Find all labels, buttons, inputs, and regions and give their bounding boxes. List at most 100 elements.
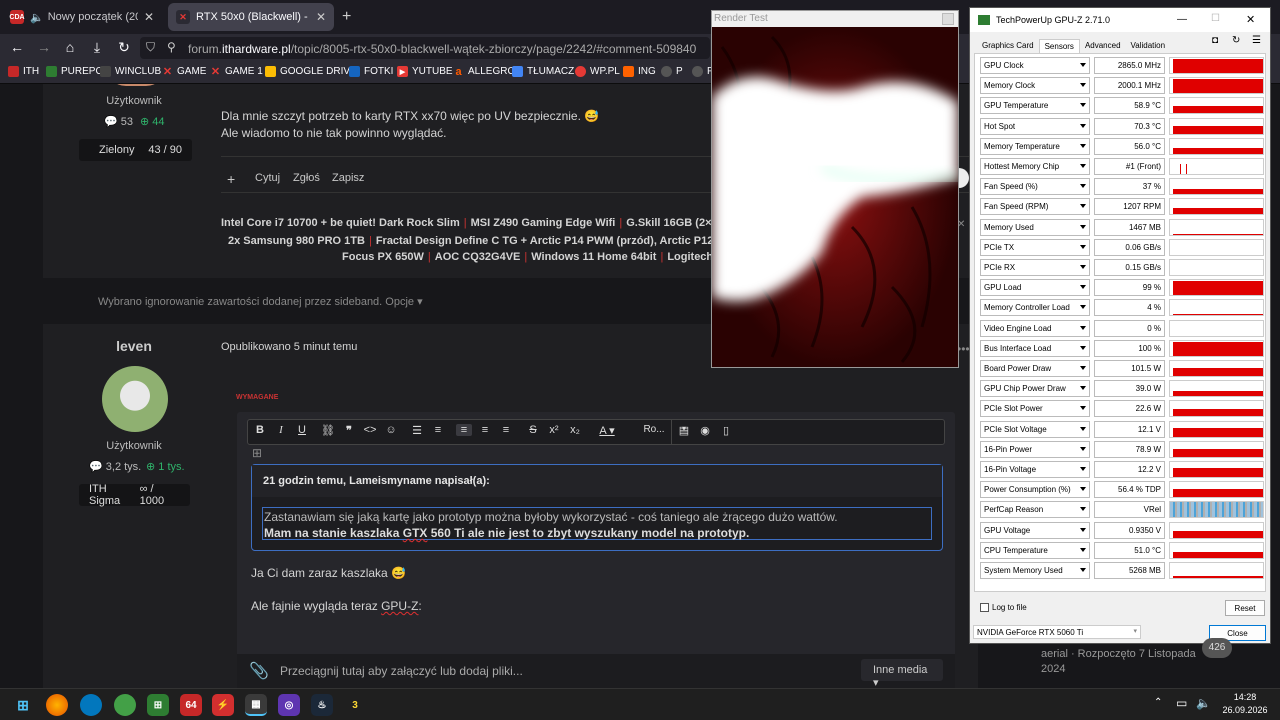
home-icon[interactable]: ⌂ xyxy=(61,39,79,55)
dropdown-arrow-icon[interactable] xyxy=(1080,325,1086,330)
dropdown-arrow-icon[interactable] xyxy=(1080,164,1086,168)
bookmark-wp[interactable]: WP.PL xyxy=(575,66,620,77)
sensor-label[interactable]: PCIe TX xyxy=(980,238,1090,256)
network-icon[interactable]: ▭ xyxy=(1176,696,1187,710)
dropdown-arrow-icon[interactable] xyxy=(1080,204,1086,209)
attachment-area[interactable]: 📎 Przeciągnij tutaj aby załączyć lub dod… xyxy=(237,654,955,688)
document-icon[interactable]: ▯ xyxy=(718,424,734,437)
dropdown-arrow-icon[interactable] xyxy=(1080,123,1086,128)
site-settings-icon[interactable]: ⚲ xyxy=(167,40,176,54)
gpu-z-taskbar-icon[interactable]: ▦ xyxy=(245,694,267,716)
quote-icon[interactable]: ❞ xyxy=(341,424,357,437)
code-icon[interactable]: <> xyxy=(362,424,378,436)
edge-icon[interactable] xyxy=(80,694,102,716)
sensor-label[interactable]: PCIe Slot Voltage xyxy=(980,420,1090,438)
dropdown-arrow-icon[interactable] xyxy=(1080,547,1086,552)
new-tab-button[interactable]: + xyxy=(342,8,351,26)
sensor-label[interactable]: Hot Spot xyxy=(980,117,1090,135)
attach-placeholder[interactable]: Przeciągnij tutaj aby załączyć lub dodaj… xyxy=(280,664,523,678)
sensor-label[interactable]: GPU Temperature xyxy=(980,97,1090,115)
bookmark-ith[interactable]: ITH xyxy=(8,66,39,77)
window-button[interactable] xyxy=(942,13,954,25)
bookmark-allegro[interactable]: a ALLEGRO xyxy=(453,66,515,78)
gpu-z-window[interactable]: TechPowerUp GPU-Z 2.71.0 — ☐ ✕ Graphics … xyxy=(969,7,1271,644)
align-left-icon[interactable]: ≡ xyxy=(456,424,472,436)
sensor-label[interactable]: Memory Temperature xyxy=(980,137,1090,155)
log-to-file-option[interactable]: Log to file xyxy=(980,603,1027,612)
dropdown-arrow-icon[interactable] xyxy=(1080,265,1086,269)
sensor-label[interactable]: Fan Speed (%) xyxy=(980,178,1090,196)
bookmark-purepc[interactable]: PUREPC xyxy=(46,66,103,77)
superscript-icon[interactable]: x² xyxy=(546,424,562,436)
bookmark-fotki[interactable]: FOTKI xyxy=(349,66,393,77)
quote-block[interactable]: 21 godzin temu, Lameismyname napisał(a):… xyxy=(251,464,943,551)
sensor-label[interactable]: GPU Load xyxy=(980,279,1090,297)
dropdown-arrow-icon[interactable] xyxy=(1080,305,1086,310)
tab-rtx-thread[interactable]: ✕ RTX 50x0 (Blackwell) - wątek zb ✕ xyxy=(168,3,334,31)
ignored-content-notice[interactable]: Wybrano ignorowanie zawartości dodanej p… xyxy=(98,295,423,308)
bookmark-game[interactable]: ✕ GAME xyxy=(162,66,207,78)
report-button[interactable]: Zgłoś xyxy=(293,172,320,184)
url-bar[interactable]: ⛉ ⚲ forum.ithardware.pl/topic/8005-rtx-5… xyxy=(140,37,710,59)
maximize-icon[interactable]: ☐ xyxy=(1211,13,1220,24)
avatar[interactable] xyxy=(106,84,166,86)
start-icon[interactable]: ⊞ xyxy=(12,694,34,716)
sensor-label[interactable]: Board Power Draw xyxy=(980,360,1090,377)
volume-icon[interactable]: 🔈 xyxy=(1196,696,1211,710)
dropdown-arrow-icon[interactable] xyxy=(1080,386,1086,391)
underline-icon[interactable]: U xyxy=(294,424,310,436)
sensor-label[interactable]: Power Consumption (%) xyxy=(980,481,1090,499)
tab-advanced[interactable]: Advanced xyxy=(1080,39,1126,53)
dropdown-arrow-icon[interactable] xyxy=(1080,467,1086,471)
reply-editor[interactable]: B I U ⛓ ❞ <> ☺ ☰ ≡ ≡ ≡ ≡ S x² x₂ A ▾ Ro.… xyxy=(237,412,955,688)
avatar[interactable] xyxy=(102,366,168,432)
dropdown-arrow-icon[interactable] xyxy=(1080,143,1086,148)
sensor-label[interactable]: 16-Pin Power xyxy=(980,440,1090,458)
dropdown-arrow-icon[interactable] xyxy=(1080,406,1086,411)
template-icon[interactable]: ▤ xyxy=(676,424,692,437)
sensor-label[interactable]: Memory Clock xyxy=(980,77,1090,95)
dropdown-arrow-icon[interactable] xyxy=(1080,527,1086,532)
menu-icon[interactable]: ☰ xyxy=(1252,35,1261,46)
dropdown-arrow-icon[interactable] xyxy=(1080,366,1086,370)
sensor-label[interactable]: PCIe Slot Power xyxy=(980,400,1090,418)
store-icon[interactable] xyxy=(114,694,136,716)
sensor-label[interactable]: Fan Speed (RPM) xyxy=(980,198,1090,216)
align-center-icon[interactable]: ≡ xyxy=(477,424,493,436)
emoji-icon[interactable]: ☺ xyxy=(383,424,399,436)
close-icon[interactable]: ✕ xyxy=(1246,13,1255,26)
font-color-icon[interactable]: A ▾ xyxy=(594,424,620,437)
log-checkbox[interactable] xyxy=(980,603,989,612)
bookmark-tlumacz[interactable]: TŁUMACZ xyxy=(512,66,574,77)
subscript-icon[interactable]: x₂ xyxy=(567,424,583,436)
dropdown-arrow-icon[interactable] xyxy=(1080,426,1086,431)
cpu-z-64-icon[interactable]: 64 xyxy=(180,694,202,716)
sensor-label[interactable]: Memory Used xyxy=(980,218,1090,236)
refresh-icon[interactable]: ↻ xyxy=(1232,35,1240,46)
camera-icon[interactable]: ◘ xyxy=(1212,35,1218,46)
tab-graphics-card[interactable]: Graphics Card xyxy=(977,39,1039,53)
plus-button[interactable]: + xyxy=(227,171,235,187)
bookmark-game-1[interactable]: ✕ GAME 1 xyxy=(210,66,263,78)
bookmark-google-drive[interactable]: GOOGLE DRIVE xyxy=(265,66,357,77)
dropdown-arrow-icon[interactable] xyxy=(1080,446,1086,451)
close-tab-icon[interactable]: ✕ xyxy=(144,10,154,24)
speaker-icon[interactable]: 🔈 xyxy=(30,11,44,24)
sensor-label[interactable]: PerfCap Reason xyxy=(980,501,1090,519)
dropdown-arrow-icon[interactable] xyxy=(1080,507,1086,512)
forward-arrow-icon[interactable]: → xyxy=(35,39,53,55)
dropdown-arrow-icon[interactable] xyxy=(1080,224,1086,229)
sensor-label[interactable]: Bus Interface Load xyxy=(980,339,1090,357)
strikethrough-icon[interactable]: S xyxy=(525,424,541,436)
download-icon[interactable]: ⤓ xyxy=(88,39,106,56)
quote-body[interactable]: Zastanawiam się jaką kartę jako prototyp… xyxy=(262,507,932,540)
bookmark-p[interactable]: P xyxy=(661,66,683,77)
shield-icon[interactable]: ⛉ xyxy=(146,40,155,55)
sensor-label[interactable]: PCIe RX xyxy=(980,259,1090,276)
link-icon[interactable]: ⛓ xyxy=(320,424,336,437)
tab-sensors[interactable]: Sensors xyxy=(1038,39,1080,53)
dropdown-arrow-icon[interactable] xyxy=(1080,568,1086,572)
author-name[interactable]: leven xyxy=(43,338,225,354)
reset-button[interactable]: Reset xyxy=(1225,600,1265,616)
close-tab-icon[interactable]: ✕ xyxy=(316,10,326,24)
